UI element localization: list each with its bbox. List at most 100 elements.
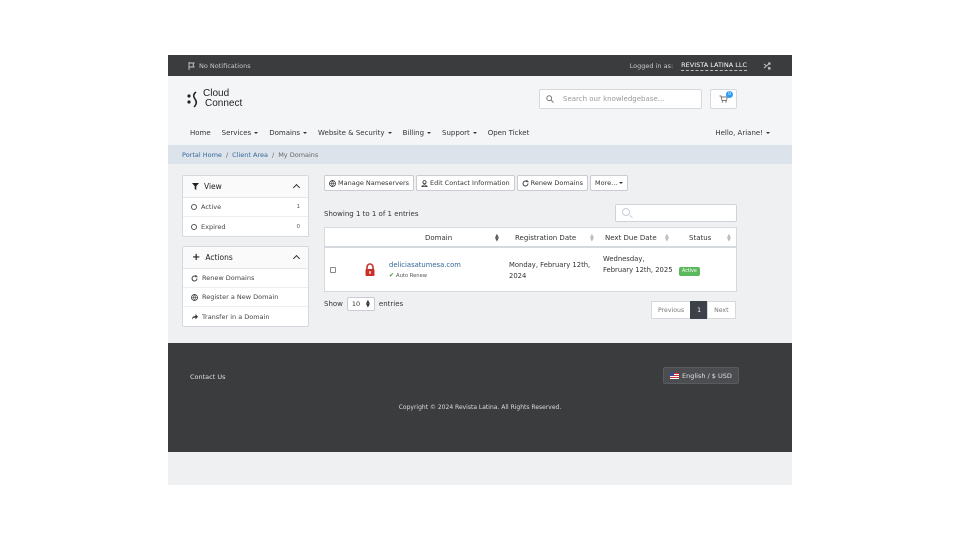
nav-support-label: Support <box>442 129 470 137</box>
table-search-input[interactable] <box>615 204 737 222</box>
table-info: Showing 1 to 1 of 1 entries <box>324 210 419 218</box>
table-row[interactable]: deliciasatumesa.com ✔ Auto Renew Monday, … <box>325 248 736 291</box>
pagination-next[interactable]: Next <box>707 301 736 319</box>
edit-contact-label: Edit Contact Information <box>430 179 510 187</box>
nav-home[interactable]: Home <box>190 129 211 137</box>
share-icon <box>192 314 198 320</box>
cloud-connect-logo-icon <box>187 90 198 108</box>
nav-home-label: Home <box>190 129 211 137</box>
chevron-up-icon[interactable] <box>292 254 301 263</box>
action-register-domain[interactable]: Register a New Domain <box>183 288 308 307</box>
breadcrumb-portal-home[interactable]: Portal Home <box>182 151 222 159</box>
check-icon: ✔ <box>389 272 395 279</box>
breadcrumb: Portal Home / Client Area / My Domains <box>168 145 792 164</box>
edit-contact-button[interactable]: Edit Contact Information <box>416 175 515 191</box>
row-checkbox[interactable] <box>330 267 336 273</box>
filter-expired[interactable]: Expired 0 <box>183 217 308 236</box>
site-header: Cloud Connect Search our knowledgebase..… <box>168 76 792 121</box>
notifications-label: No Notifications <box>199 61 251 70</box>
domain-toolbar: Manage Nameservers Edit Contact Informat… <box>324 175 629 191</box>
search-icon <box>546 95 554 103</box>
nav-open-ticket-label: Open Ticket <box>487 129 530 137</box>
caret-down-icon <box>427 132 432 134</box>
more-dropdown-button[interactable]: More... <box>590 175 629 191</box>
footer-contact-link[interactable]: Contact Us <box>190 373 226 381</box>
chevron-up-icon[interactable] <box>292 183 301 192</box>
page-size-value: 10 <box>351 300 361 308</box>
pagination-page[interactable]: 1 <box>690 301 709 319</box>
user-icon <box>421 179 428 187</box>
sort-icon[interactable]: ▲ ▼ <box>590 234 594 243</box>
nav-domains-label: Domains <box>269 129 301 137</box>
caret-down-icon <box>472 132 477 134</box>
domain-link[interactable]: deliciasatumesa.com <box>389 261 461 269</box>
nav-services-label: Services <box>221 129 252 137</box>
filter-active[interactable]: Active 1 <box>183 198 308 217</box>
view-panel-header[interactable]: View <box>183 176 308 198</box>
filter-active-count: 1 <box>296 204 301 210</box>
copyright: Copyright © 2024 Revista Latina. All Rig… <box>398 404 562 411</box>
caret-down-icon <box>619 182 624 184</box>
language-currency-button[interactable]: English / $ USD <box>663 367 739 384</box>
refresh-icon <box>191 274 198 281</box>
caret-down-icon <box>766 132 770 134</box>
nav-billing[interactable]: Billing <box>403 129 432 137</box>
logo-text-line1: Cloud <box>203 87 230 99</box>
sort-icon[interactable]: ▲ ▼ <box>727 234 731 243</box>
renew-domains-label: Renew Domains <box>530 179 584 187</box>
breadcrumb-client-area[interactable]: Client Area <box>232 151 268 159</box>
nav-open-ticket[interactable]: Open Ticket <box>488 129 530 137</box>
footer: Contact Us English / $ USD Copyright © 2… <box>168 343 792 452</box>
search-icon <box>622 208 630 216</box>
logged-in-label: Logged in as: <box>629 61 674 70</box>
col-domain[interactable]: Domain <box>425 234 452 242</box>
renew-domains-button[interactable]: Renew Domains <box>516 175 589 191</box>
action-register-domain-label: Register a New Domain <box>202 293 279 301</box>
entries-label: entries <box>378 300 404 308</box>
col-next-due-date[interactable]: Next Due Date <box>605 234 657 242</box>
caret-down-icon <box>303 132 308 134</box>
actions-panel: + Actions Renew Domains Register a New D… <box>182 246 309 327</box>
col-status[interactable]: Status <box>689 234 711 242</box>
radio-icon <box>191 223 197 230</box>
logo[interactable]: Cloud Connect <box>186 87 242 109</box>
action-renew-domains[interactable]: Renew Domains <box>183 269 308 288</box>
manage-nameservers-button[interactable]: Manage Nameservers <box>324 175 415 191</box>
filter-icon <box>192 183 199 190</box>
actions-panel-header[interactable]: + Actions <box>183 247 308 269</box>
globe-icon <box>191 293 198 301</box>
shuffle-icon[interactable] <box>763 62 772 70</box>
pagination-previous[interactable]: Previous <box>651 301 692 319</box>
user-menu[interactable]: Hello, Ariane! <box>715 129 770 137</box>
kb-search-input[interactable]: Search our knowledgebase... <box>539 89 702 109</box>
sort-asc-icon[interactable]: ▲ ▼ <box>495 234 499 243</box>
breadcrumb-separator: / <box>225 150 229 159</box>
language-currency-label: English / $ USD <box>682 371 732 380</box>
auto-renew-label: Auto Renew <box>396 272 428 279</box>
breadcrumb-separator: / <box>271 150 275 159</box>
action-renew-domains-label: Renew Domains <box>202 274 255 282</box>
account-name[interactable]: REVISTA LATINA LLC <box>681 61 747 71</box>
actions-panel-title: Actions <box>205 253 233 262</box>
caret-down-icon <box>254 132 259 134</box>
col-registration-date[interactable]: Registration Date <box>515 234 576 242</box>
nav-support[interactable]: Support <box>442 129 477 137</box>
us-flag-icon <box>670 372 679 379</box>
page-size-control: Show 10 ▲ ▼ entries <box>324 297 403 311</box>
view-panel: View Active 1 Expired 0 <box>182 175 309 237</box>
nav-domains[interactable]: Domains <box>269 129 308 137</box>
cart-button[interactable]: 0 <box>710 89 737 109</box>
user-greeting: Hello, Ariane! <box>715 129 763 137</box>
radio-icon <box>191 204 197 210</box>
flag-icon <box>188 61 195 70</box>
nav-website-security[interactable]: Website & Security <box>318 129 392 137</box>
action-transfer-domain[interactable]: Transfer in a Domain <box>183 307 308 326</box>
view-panel-title: View <box>204 182 222 191</box>
filter-expired-count: 0 <box>296 223 301 230</box>
nav-services[interactable]: Services <box>222 129 259 137</box>
sort-icon[interactable]: ▲ ▼ <box>665 234 669 243</box>
pagination: Previous 1 Next <box>651 301 736 319</box>
nav-website-security-label: Website & Security <box>318 129 385 137</box>
page-size-select[interactable]: 10 ▲ ▼ <box>346 297 375 311</box>
notifications-link[interactable]: No Notifications <box>188 61 251 70</box>
